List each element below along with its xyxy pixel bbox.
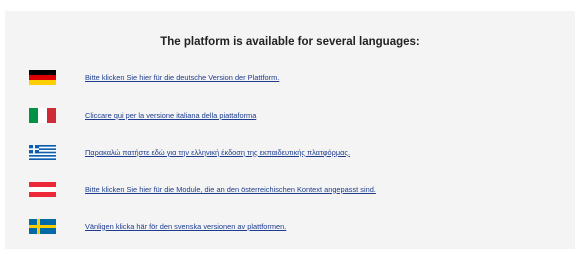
page-heading: The platform is available for several la… <box>160 36 420 48</box>
greek-version-link[interactable]: Παρακαλώ πατήστε εδώ για την ελληνική έκ… <box>85 148 350 157</box>
language-row-german: Bitte klicken Sie hier für die deutsche … <box>29 69 279 85</box>
germany-flag-icon <box>29 69 56 85</box>
swedish-version-link[interactable]: Vänligen klicka här för den svenska vers… <box>85 222 286 231</box>
language-row-italian: Cliccare qui per la versione italiana de… <box>29 107 256 123</box>
language-row-swedish: Vänligen klicka här för den svenska vers… <box>29 218 286 234</box>
language-row-austrian: Bitte klicken Sie hier für die Module, d… <box>29 181 376 197</box>
german-version-link[interactable]: Bitte klicken Sie hier für die deutsche … <box>85 73 279 82</box>
austrian-modules-link[interactable]: Bitte klicken Sie hier für die Module, d… <box>85 185 376 194</box>
italian-version-link[interactable]: Cliccare qui per la versione italiana de… <box>85 111 256 120</box>
language-row-greek: Παρακαλώ πατήστε εδώ για την ελληνική έκ… <box>29 144 350 160</box>
language-panel: The platform is available for several la… <box>5 11 575 249</box>
austria-flag-icon <box>29 181 56 197</box>
sweden-flag-icon <box>29 218 56 234</box>
greece-flag-icon <box>29 144 56 160</box>
italy-flag-icon <box>29 107 56 123</box>
